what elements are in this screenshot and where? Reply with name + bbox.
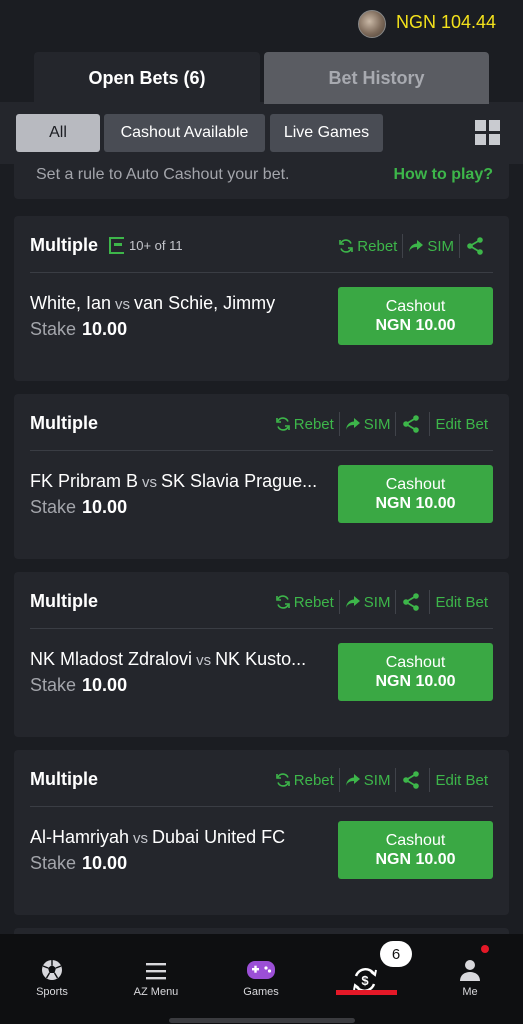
- rebet-button[interactable]: Rebet: [270, 412, 339, 436]
- match-teams: NK Mladost Zdralovi vs NK Kusto...: [30, 649, 307, 669]
- sim-button[interactable]: SIM: [338, 412, 396, 436]
- share-icon: [403, 415, 420, 433]
- auto-cashout-text: Set a rule to Auto Cashout your bet.: [36, 166, 290, 183]
- rebet-label: Rebet: [293, 771, 334, 789]
- match-teams: White, Ian vs van Schie, Jimmy: [30, 293, 276, 313]
- share-arrow-icon: [345, 418, 360, 430]
- top-bar: NGN 104.44: [0, 0, 523, 50]
- tab-open-bets[interactable]: Open Bets (6): [34, 52, 260, 104]
- edit-bet-button[interactable]: Edit Bet: [429, 412, 493, 436]
- share-icon: [403, 593, 420, 611]
- rebet-label: Rebet: [293, 593, 334, 611]
- bet-type: Multiple: [30, 591, 98, 611]
- bet-actions: Rebet SIM Edit Bet: [270, 412, 493, 436]
- edit-bet-button[interactable]: Edit Bet: [429, 768, 493, 792]
- share-arrow-icon: [409, 240, 424, 252]
- cashout-button[interactable]: Cashout NGN 10.00: [338, 821, 493, 879]
- rebet-label: Rebet: [357, 237, 398, 255]
- sim-label: SIM: [363, 593, 391, 611]
- notification-dot: [481, 945, 489, 953]
- grid-view-icon[interactable]: [475, 120, 500, 145]
- menu-icon: [146, 963, 166, 980]
- share-button[interactable]: [395, 768, 429, 792]
- nav-sports-label: Sports: [36, 986, 68, 998]
- nav-games-label: Games: [243, 986, 279, 998]
- sim-button[interactable]: SIM: [338, 768, 396, 792]
- divider: [30, 806, 493, 807]
- how-to-play-link[interactable]: How to play?: [393, 166, 493, 184]
- bets-tabs: Open Bets (6) Bet History: [34, 52, 489, 104]
- balance-amount[interactable]: NGN 104.44: [396, 12, 496, 33]
- gamepad-icon: [247, 961, 275, 979]
- share-button[interactable]: [395, 412, 429, 436]
- tab-bet-history[interactable]: Bet History: [264, 52, 489, 104]
- auto-cashout-banner: Set a rule to Auto Cashout your bet. How…: [14, 157, 509, 199]
- divider: [30, 450, 493, 451]
- svg-text:$: $: [361, 973, 369, 988]
- bet-type: Multiple: [30, 413, 98, 433]
- share-icon: [467, 237, 483, 255]
- filter-live-games-button[interactable]: Live Games: [270, 114, 383, 152]
- divider: [30, 272, 493, 273]
- sim-button[interactable]: SIM: [338, 590, 396, 614]
- nav-me[interactable]: Me: [418, 934, 522, 1004]
- share-arrow-icon: [345, 596, 360, 608]
- avatar[interactable]: [358, 10, 386, 38]
- share-button[interactable]: [395, 590, 429, 614]
- home-indicator: [169, 1018, 355, 1023]
- bet-card[interactable]: Multiple Rebet SIM Edit Bet NK Mladost Z…: [14, 572, 509, 737]
- bet-type: Multiple: [30, 769, 98, 789]
- bet-actions: Rebet SIM Edit Bet: [270, 590, 493, 614]
- match-teams: Al-Hamriyah vs Dubai United FC: [30, 827, 286, 847]
- bet-actions: Rebet SIM: [333, 234, 493, 258]
- share-arrow-icon: [345, 774, 360, 786]
- refresh-icon: [275, 595, 290, 609]
- share-icon: [403, 771, 420, 789]
- bet-card[interactable]: Multiple 10+ of 11 Rebet SIM White, Ian v…: [14, 216, 509, 381]
- nav-sports[interactable]: Sports: [0, 934, 104, 1004]
- rebet-label: Rebet: [293, 415, 334, 433]
- bet-card[interactable]: Multiple Rebet SIM Edit Bet FK Pribram B…: [14, 394, 509, 559]
- nav-az-menu-label: AZ Menu: [133, 986, 179, 998]
- sim-button[interactable]: SIM: [402, 234, 459, 258]
- edit-bet-button[interactable]: Edit Bet: [429, 590, 493, 614]
- stake-row: Stake 10.00: [30, 675, 128, 695]
- bet-type: Multiple: [30, 235, 98, 255]
- flag-icon: [109, 237, 124, 254]
- cashout-button[interactable]: Cashout NGN 10.00: [338, 465, 493, 523]
- sim-label: SIM: [427, 237, 454, 255]
- refresh-icon: [275, 773, 290, 787]
- odds-boost-badge: 10+ of 11: [109, 237, 183, 254]
- bottom-nav: Sports AZ Menu Games $ Me: [0, 934, 523, 1024]
- nav-me-label: Me: [462, 986, 478, 998]
- bet-actions: Rebet SIM Edit Bet: [270, 768, 493, 792]
- user-icon: [460, 960, 480, 981]
- refresh-icon: [275, 417, 290, 431]
- cashout-button[interactable]: Cashout NGN 10.00: [338, 287, 493, 345]
- stake-row: Stake 10.00: [30, 497, 128, 517]
- rebet-button[interactable]: Rebet: [270, 768, 339, 792]
- divider: [30, 628, 493, 629]
- rebet-button[interactable]: Rebet: [270, 590, 339, 614]
- filter-all-button[interactable]: All: [16, 114, 100, 152]
- active-tab-indicator: [336, 990, 397, 995]
- bet-card[interactable]: Multiple Rebet SIM Edit Bet Al-Hamriyah v…: [14, 750, 509, 915]
- share-button[interactable]: [459, 234, 493, 258]
- stake-row: Stake 10.00: [30, 319, 128, 339]
- cashout-button[interactable]: Cashout NGN 10.00: [338, 643, 493, 701]
- nav-az-menu[interactable]: AZ Menu: [104, 934, 208, 1004]
- odds-count: 10+ of 11: [129, 238, 183, 253]
- stake-row: Stake 10.00: [30, 853, 128, 873]
- match-teams: FK Pribram Bvs SK Slavia Prague...: [30, 471, 318, 491]
- filter-cashout-available-button[interactable]: Cashout Available: [104, 114, 265, 152]
- nav-games[interactable]: Games: [209, 934, 313, 1004]
- rebet-button[interactable]: Rebet: [333, 234, 402, 258]
- soccer-ball-icon: [42, 960, 62, 980]
- open-bets-count-badge: 6: [380, 941, 412, 967]
- sim-label: SIM: [363, 415, 391, 433]
- sim-label: SIM: [363, 771, 391, 789]
- refresh-icon: [339, 239, 354, 253]
